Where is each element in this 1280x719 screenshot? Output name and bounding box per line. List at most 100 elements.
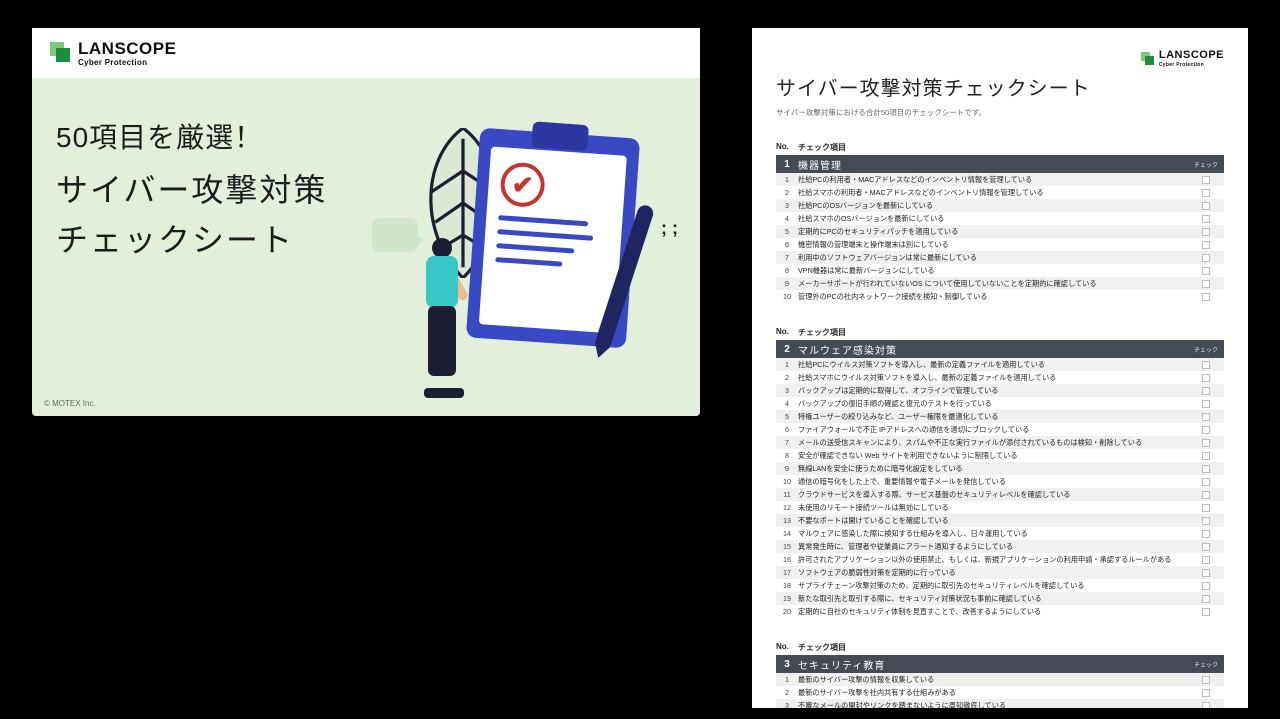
checklist-row: 10管理外のPCの社内ネットワーク接続を検知・制御している bbox=[776, 290, 1224, 303]
row-checkbox[interactable] bbox=[1188, 267, 1224, 275]
checklist-row: 13不要なポートは開けていることを確認している bbox=[776, 514, 1224, 527]
row-number: 16 bbox=[776, 555, 798, 564]
row-number: 2 bbox=[776, 688, 798, 697]
row-checkbox[interactable] bbox=[1188, 543, 1224, 551]
section-rows: 1社給PCの利用者・MACアドレスなどのインベントリ情報を管理している2社給スマ… bbox=[776, 173, 1224, 303]
row-text: 定期的に自社のセキュリティ体制を見直すことで、改善するようにしている bbox=[798, 607, 1188, 617]
row-number: 3 bbox=[776, 701, 798, 708]
section-columns: No.チェック項目 bbox=[776, 325, 1224, 340]
row-checkbox[interactable] bbox=[1188, 426, 1224, 434]
row-text: マルウェアに感染した際に検知する仕組みを導入し、日々運用している bbox=[798, 529, 1188, 539]
row-checkbox[interactable] bbox=[1188, 676, 1224, 684]
row-checkbox[interactable] bbox=[1188, 569, 1224, 577]
row-checkbox[interactable] bbox=[1188, 215, 1224, 223]
row-checkbox[interactable] bbox=[1188, 504, 1224, 512]
checklist-row: 8VPN機器は常に最新バージョンにしている bbox=[776, 264, 1224, 277]
row-text: 管理外のPCの社内ネットワーク接続を検知・制御している bbox=[798, 292, 1188, 302]
checklist-row: 6ファイアウォールで不正 IPアドレスへの通信を適切にブロックしている bbox=[776, 423, 1224, 436]
row-text: 定期的にPCのセキュリティパッチを適用している bbox=[798, 227, 1188, 237]
checklist-sheet: LANSCOPE Cyber Protection サイバー攻撃対策チェックシー… bbox=[752, 28, 1248, 708]
section: No.チェック項目3セキュリティ教育チェック1最新のサイバー攻撃の情報を収集して… bbox=[776, 640, 1224, 708]
col-no: No. bbox=[776, 642, 798, 653]
row-checkbox[interactable] bbox=[1188, 439, 1224, 447]
row-checkbox[interactable] bbox=[1188, 241, 1224, 249]
row-checkbox[interactable] bbox=[1188, 254, 1224, 262]
cover-copyright: © MOTEX Inc. bbox=[44, 399, 96, 408]
row-checkbox[interactable] bbox=[1188, 452, 1224, 460]
row-number: 10 bbox=[776, 477, 798, 486]
row-checkbox[interactable] bbox=[1188, 280, 1224, 288]
row-checkbox[interactable] bbox=[1188, 582, 1224, 590]
row-number: 9 bbox=[776, 279, 798, 288]
col-check: チェック bbox=[1188, 660, 1224, 669]
col-item: チェック項目 bbox=[798, 142, 846, 153]
checklist-row: 1最新のサイバー攻撃の情報を収集している bbox=[776, 673, 1224, 686]
row-checkbox[interactable] bbox=[1188, 556, 1224, 564]
row-checkbox[interactable] bbox=[1188, 702, 1224, 709]
row-text: VPN機器は常に最新バージョンにしている bbox=[798, 266, 1188, 276]
row-number: 6 bbox=[776, 425, 798, 434]
checklist-row: 12未使用のリモート接続ツールは無効にしている bbox=[776, 501, 1224, 514]
brand-logo-icon bbox=[1141, 52, 1155, 66]
checklist-row: 5特権ユーザーの絞り込みなど、ユーザー権限を最適化している bbox=[776, 410, 1224, 423]
row-number: 15 bbox=[776, 542, 798, 551]
checklist-row: 2社給スマホにウイルス対策ソフトを導入し、最新の定義ファイルを適用している bbox=[776, 371, 1224, 384]
checklist-row: 5定期的にPCのセキュリティパッチを適用している bbox=[776, 225, 1224, 238]
section-number: 1 bbox=[776, 159, 798, 170]
row-checkbox[interactable] bbox=[1188, 530, 1224, 538]
row-number: 8 bbox=[776, 266, 798, 275]
row-checkbox[interactable] bbox=[1188, 202, 1224, 210]
row-number: 3 bbox=[776, 201, 798, 210]
sparkle-icon: ; ; bbox=[661, 218, 678, 239]
section-name: マルウェア感染対策 bbox=[798, 342, 1188, 357]
row-checkbox[interactable] bbox=[1188, 595, 1224, 603]
cover-header: LANSCOPE Cyber Protection bbox=[32, 28, 700, 78]
row-checkbox[interactable] bbox=[1188, 608, 1224, 616]
row-number: 18 bbox=[776, 581, 798, 590]
checklist-row: 4社給スマホのOSバージョンを最新にしている bbox=[776, 212, 1224, 225]
section-number: 2 bbox=[776, 344, 798, 355]
sections-container: No.チェック項目1機器管理チェック1社給PCの利用者・MACアドレスなどのイン… bbox=[776, 140, 1224, 708]
section: No.チェック項目2マルウェア感染対策チェック1社給PCにウイルス対策ソフトを導… bbox=[776, 325, 1224, 618]
brand-name: LANSCOPE bbox=[1159, 50, 1224, 61]
checklist-row: 9メーカーサポートが行われていないOS について使用していないことを定期的に確認… bbox=[776, 277, 1224, 290]
checklist-row: 6機密情報の管理端末と操作端末は別にしている bbox=[776, 238, 1224, 251]
row-checkbox[interactable] bbox=[1188, 361, 1224, 369]
row-checkbox[interactable] bbox=[1188, 413, 1224, 421]
section-header: 2マルウェア感染対策チェック bbox=[776, 340, 1224, 358]
row-number: 6 bbox=[776, 240, 798, 249]
row-text: サプライチェーン攻撃対策のため、定期的に取引先のセキュリティレベルを確認している bbox=[798, 581, 1188, 591]
row-checkbox[interactable] bbox=[1188, 465, 1224, 473]
row-checkbox[interactable] bbox=[1188, 387, 1224, 395]
row-checkbox[interactable] bbox=[1188, 478, 1224, 486]
checklist-row: 2最新のサイバー攻撃を社内共有する仕組みがある bbox=[776, 686, 1224, 699]
brand-tagline: Cyber Protection bbox=[1159, 62, 1224, 68]
col-no: No. bbox=[776, 327, 798, 338]
row-checkbox[interactable] bbox=[1188, 491, 1224, 499]
checklist-row: 3不審なメールの開封やリンクを踏まないように周知徹底している bbox=[776, 699, 1224, 708]
row-checkbox[interactable] bbox=[1188, 189, 1224, 197]
row-number: 7 bbox=[776, 253, 798, 262]
row-checkbox[interactable] bbox=[1188, 689, 1224, 697]
checklist-row: 9無線LANを安全に使うために暗号化設定をしている bbox=[776, 462, 1224, 475]
checkmark-icon: ✔ bbox=[499, 161, 546, 208]
cover-title: サイバー攻撃対策チェックシート bbox=[56, 166, 370, 265]
section-columns: No.チェック項目 bbox=[776, 140, 1224, 155]
row-checkbox[interactable] bbox=[1188, 374, 1224, 382]
cover-illustration: ✔ ; ; bbox=[378, 108, 678, 398]
col-check: チェック bbox=[1188, 345, 1224, 354]
section-header: 3セキュリティ教育チェック bbox=[776, 655, 1224, 673]
row-checkbox[interactable] bbox=[1188, 293, 1224, 301]
col-item: チェック項目 bbox=[798, 327, 846, 338]
row-number: 20 bbox=[776, 607, 798, 616]
row-checkbox[interactable] bbox=[1188, 517, 1224, 525]
row-checkbox[interactable] bbox=[1188, 400, 1224, 408]
brand-logo-icon bbox=[50, 42, 72, 64]
row-number: 1 bbox=[776, 675, 798, 684]
row-checkbox[interactable] bbox=[1188, 176, 1224, 184]
row-text: 機密情報の管理端末と操作端末は別にしている bbox=[798, 240, 1188, 250]
row-checkbox[interactable] bbox=[1188, 228, 1224, 236]
row-text: 通信の暗号化をした上で、重要情報や電子メールを発信している bbox=[798, 477, 1188, 487]
cover-kicker: 50項目を厳選！ bbox=[56, 116, 263, 156]
section-rows: 1最新のサイバー攻撃の情報を収集している2最新のサイバー攻撃を社内共有する仕組み… bbox=[776, 673, 1224, 708]
